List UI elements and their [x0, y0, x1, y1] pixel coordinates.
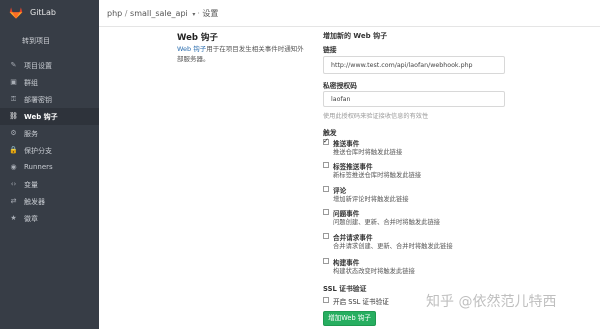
github-icon: ◉	[10, 163, 17, 171]
key-icon: ⚿	[10, 95, 17, 103]
trigger-checkbox[interactable]	[323, 258, 329, 264]
sidebar-item-label: 部署密钥	[24, 96, 52, 104]
sidebar-item[interactable]: ⚿ 部署密钥	[0, 91, 99, 108]
trigger-checkbox[interactable]	[323, 233, 329, 239]
sidebar-nav: ✎ 项目设置 ▣ 群组 ⚿ 部署密钥 ⛓ Web 钩子 ⚙ 服务 🔒 保护分支 ◉ Runners ‹› 变量…	[0, 57, 99, 227]
sidebar-item-label: 徽章	[24, 215, 38, 223]
sidebar-item-label: Runners	[24, 163, 53, 171]
breadcrumb-dot: ·	[197, 9, 200, 18]
brand-name: GitLab	[30, 8, 56, 17]
edit-icon: ✎	[10, 61, 17, 69]
sidebar-item-label: Web 钩子	[24, 113, 58, 121]
brand[interactable]: GitLab	[0, 0, 99, 27]
star-icon: ★	[10, 214, 17, 222]
web-hook-doc-link[interactable]: Web 钩子	[177, 45, 206, 53]
sidebar-item[interactable]: ⇄ 触发器	[0, 193, 99, 210]
breadcrumb-project[interactable]: small_sale_api	[130, 9, 188, 18]
trigger-description: 构建状态改变时将触发此链接	[333, 268, 415, 275]
ssl-verification-checkbox[interactable]	[323, 297, 329, 303]
cogs-icon: ⚙	[10, 129, 17, 137]
sidebar-item-label: 变量	[24, 181, 38, 189]
sidebar-item[interactable]: ★ 徽章	[0, 210, 99, 227]
trigger-description: 新标签推送仓库时将触发此链接	[333, 172, 422, 179]
link-icon: ⛓	[9, 112, 18, 120]
sidebar-item[interactable]: 🔒 保护分支	[0, 142, 99, 159]
retweet-icon: ⇄	[10, 197, 17, 205]
sidebar-item-label: 项目设置	[24, 62, 52, 70]
trigger-checkbox[interactable]	[323, 162, 329, 168]
go-to-project-link[interactable]: 转到项目	[22, 36, 50, 46]
trigger-description: 合并请求创建、更新、合并时将触发此链接	[333, 243, 453, 250]
trigger-description: 推送仓库时将触发此链接	[333, 149, 403, 156]
breadcrumb-page: 设置	[202, 9, 219, 18]
sidebar-item[interactable]: ▣ 群组	[0, 74, 99, 91]
sidebar-item-label: 群组	[24, 79, 38, 87]
breadcrumb: php / small_sale_api ▾ · 设置	[107, 8, 218, 19]
url-label: 链接	[323, 46, 337, 54]
trigger-checkbox[interactable]	[323, 186, 329, 192]
section-title: Web 钩子	[177, 33, 218, 43]
sidebar-item[interactable]: ⚙ 服务	[0, 125, 99, 142]
section-description: Web 钩子用于在项目发生相关事件时通知外部服务器。	[177, 44, 305, 64]
gitlab-logo-icon	[9, 7, 23, 19]
secret-token-label: 私密授权码	[323, 82, 357, 90]
sidebar-item-label: 保护分支	[24, 147, 52, 155]
sidebar-item[interactable]: ⛓ Web 钩子	[0, 108, 99, 125]
trigger-checkbox[interactable]	[323, 209, 329, 215]
watermark: 知乎 @依然范儿特西	[426, 294, 557, 310]
trigger-checkbox[interactable]	[323, 137, 329, 145]
top-bar: php / small_sale_api ▾ · 设置	[99, 0, 600, 27]
sidebar-item[interactable]: ✎ 项目设置	[0, 57, 99, 74]
add-web-hook-button[interactable]: 增加Web 钩子	[323, 311, 376, 326]
ssl-title: SSL 证书验证	[323, 285, 367, 293]
trigger-description: 问题创建、更新、合并时将触发此链接	[333, 219, 441, 226]
trigger-label: 触发	[323, 129, 337, 137]
url-input[interactable]: http://www.test.com/api/laofan/webhook.p…	[323, 56, 505, 74]
app: GitLab 转到项目 ✎ 项目设置 ▣ 群组 ⚿ 部署密钥 ⛓ Web 钩子 ⚙ 服务 🔒 保护分支…	[0, 0, 600, 329]
sidebar: GitLab 转到项目 ✎ 项目设置 ▣ 群组 ⚿ 部署密钥 ⛓ Web 钩子 ⚙ 服务 🔒 保护分支…	[0, 0, 99, 329]
sidebar-item-label: 触发器	[24, 198, 45, 206]
form-heading: 增加新的 Web 钩子	[323, 32, 388, 40]
lock-icon: 🔒	[9, 146, 18, 154]
breadcrumb-namespace[interactable]: php	[107, 9, 122, 18]
sidebar-item-label: 服务	[24, 130, 38, 138]
code-icon: ‹›	[10, 180, 17, 188]
secret-token-input[interactable]: laofan	[323, 91, 505, 107]
sidebar-item[interactable]: ‹› 变量	[0, 176, 99, 193]
secret-token-help: 使用此授权码来验证接收信息的有效性	[323, 113, 429, 120]
chevron-down-icon[interactable]: ▾	[192, 11, 195, 18]
trigger-description: 增加新评论时将触发此链接	[333, 196, 409, 203]
group-icon: ▣	[10, 78, 17, 86]
ssl-verification-label: 开启 SSL 证书验证	[333, 298, 389, 306]
sidebar-item[interactable]: ◉ Runners	[0, 159, 99, 176]
